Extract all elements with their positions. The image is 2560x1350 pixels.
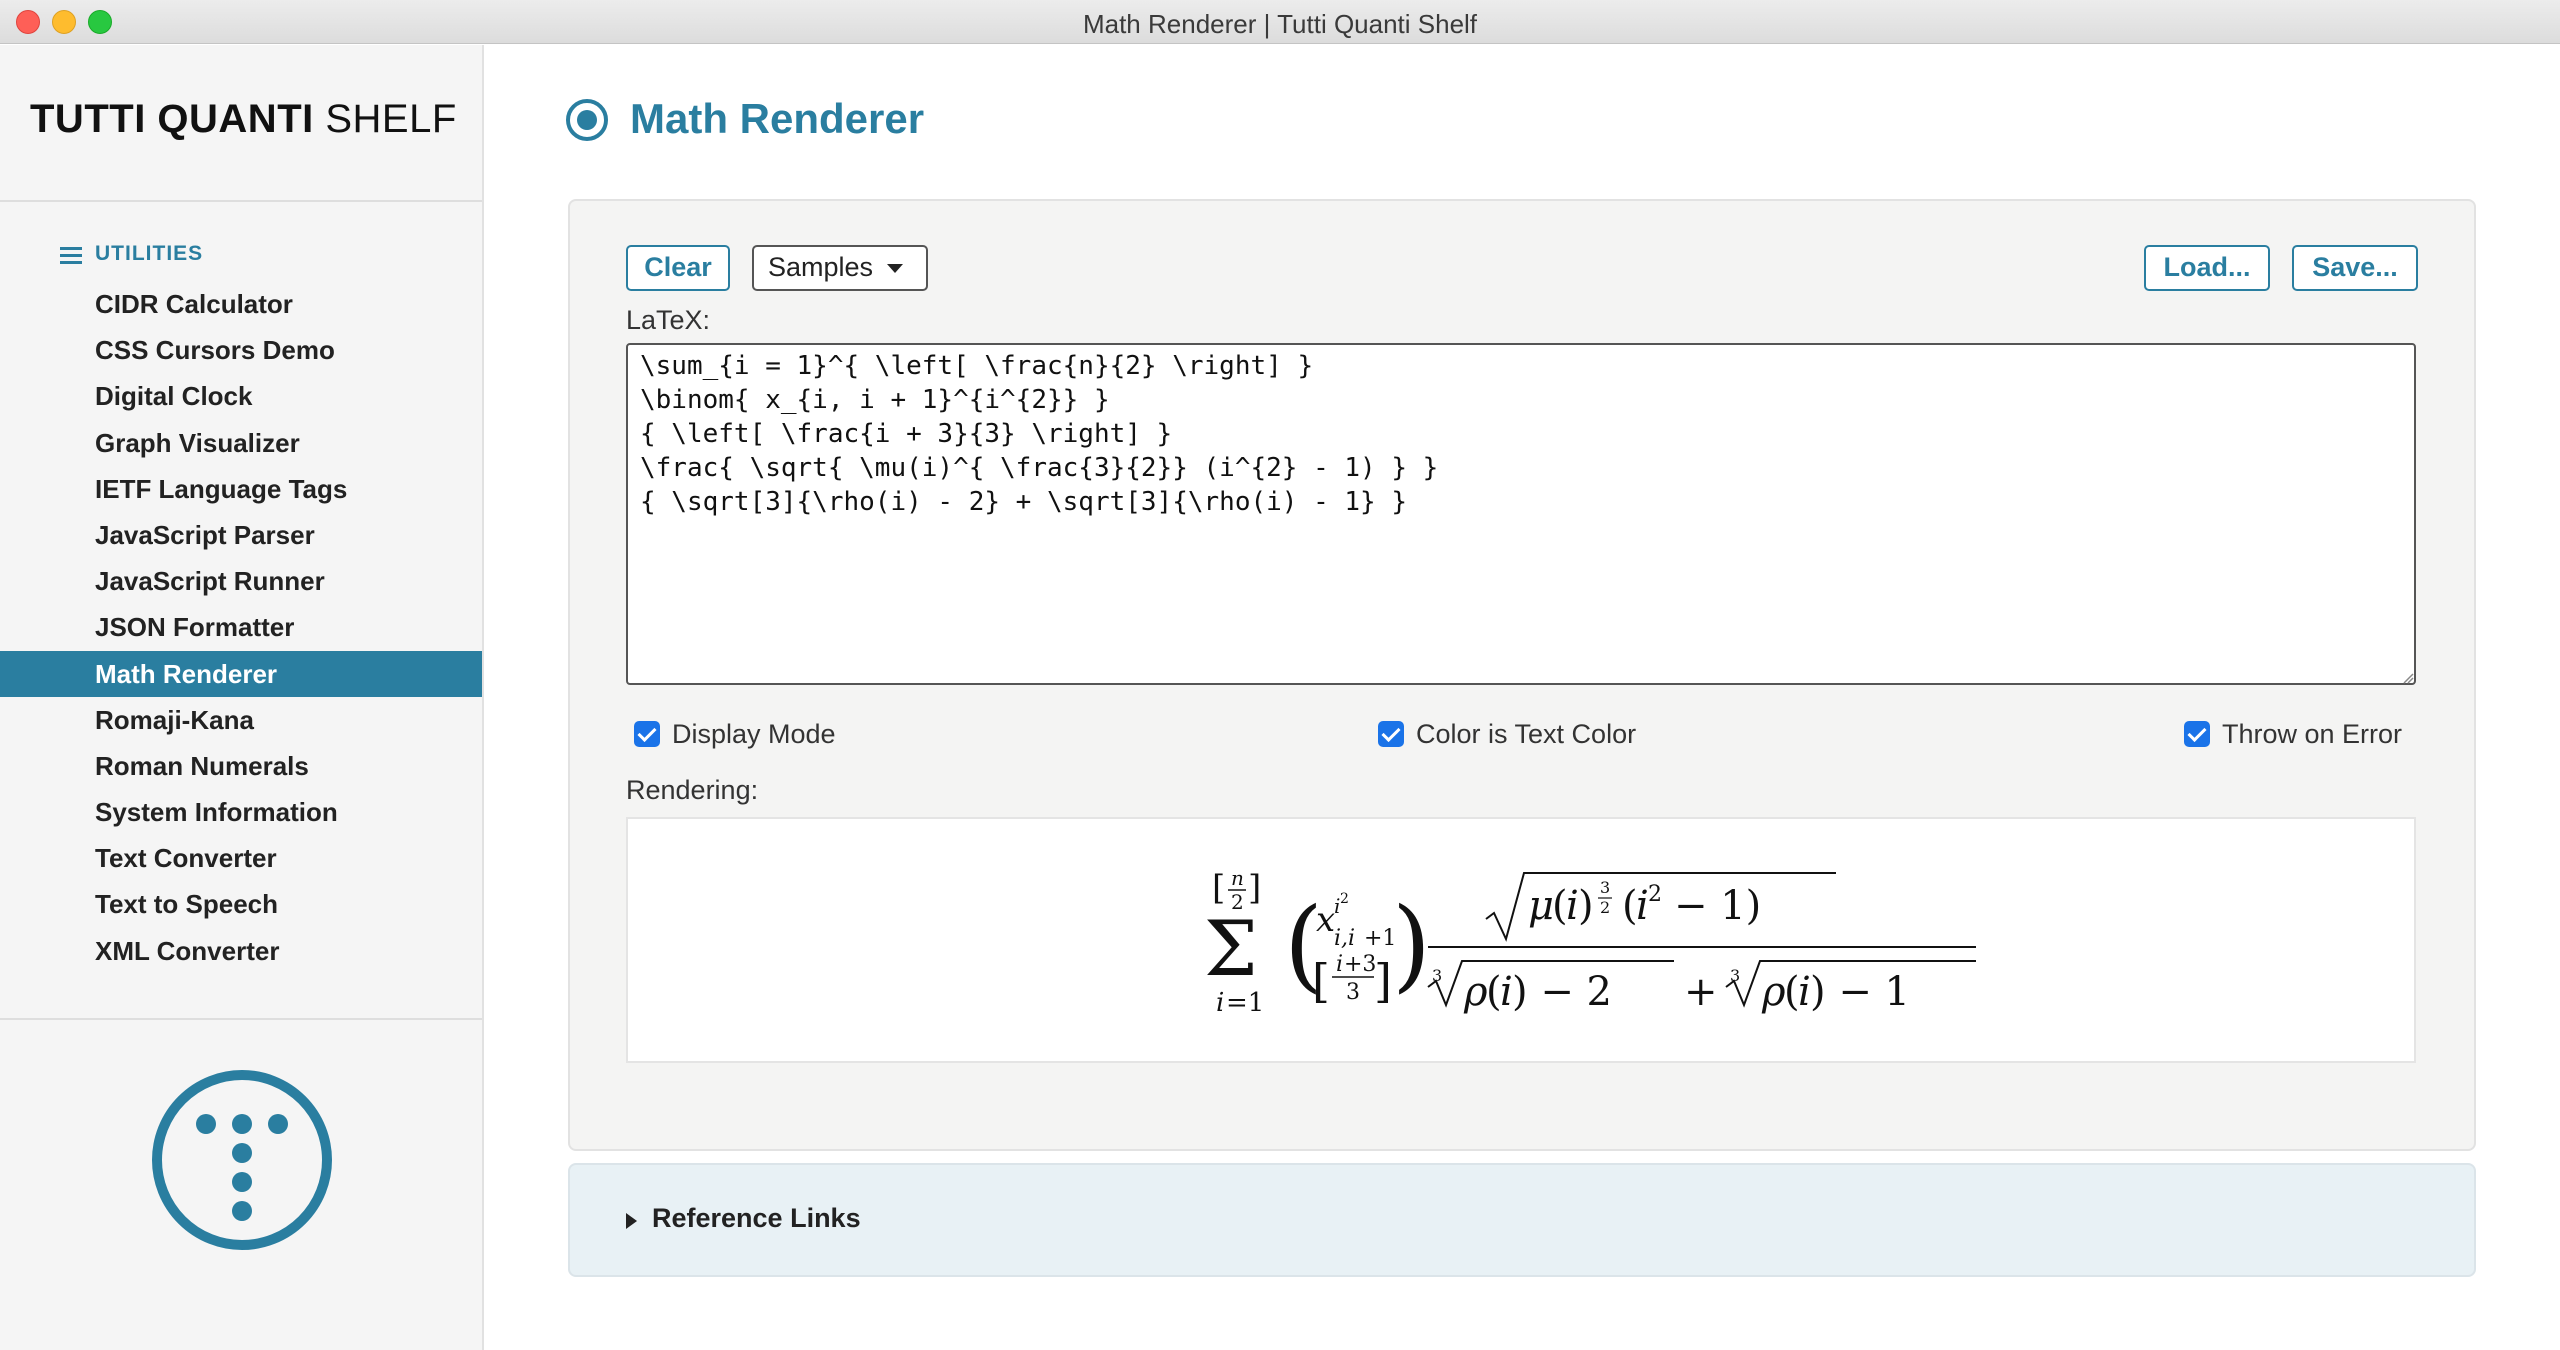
svg-text:=1: =1 — [1226, 988, 1264, 1018]
sidebar-divider — [0, 200, 482, 202]
app-logo-icon — [152, 1070, 332, 1250]
svg-text:[: [ — [1312, 954, 1330, 1008]
display-mode-checkbox[interactable] — [634, 721, 660, 747]
sidebar-item-system-information[interactable]: System Information — [0, 789, 482, 835]
app-radio-icon — [566, 99, 608, 141]
svg-text:[: [ — [1212, 868, 1225, 908]
svg-text:): ) — [1578, 883, 1594, 929]
sidebar-item-digital-clock[interactable]: Digital Clock — [0, 373, 482, 419]
save-button[interactable]: Save... — [2292, 245, 2418, 291]
svg-text:n: n — [1231, 866, 1244, 890]
main-content: Math Renderer Clear Samples Load... Save… — [486, 45, 2560, 1350]
sidebar-item-text-converter[interactable]: Text Converter — [0, 835, 482, 881]
page-title: Math Renderer — [630, 95, 925, 142]
sidebar-item-text-to-speech[interactable]: Text to Speech — [0, 881, 482, 927]
disclosure-triangle-icon — [626, 1213, 637, 1229]
sidebar-item-ietf-language-tags[interactable]: IETF Language Tags — [0, 466, 482, 512]
svg-text:i,i: i,i — [1334, 926, 1355, 951]
svg-text:ρ: ρ — [1463, 969, 1488, 1015]
throw-on-error-label: Throw on Error — [2222, 719, 2403, 749]
renderer-panel: Clear Samples Load... Save... LaTeX: \su… — [568, 199, 2476, 1151]
sidebar-item-javascript-runner[interactable]: JavaScript Runner — [0, 558, 482, 604]
svg-text:i: i — [1798, 969, 1811, 1015]
svg-text:i: i — [1500, 969, 1513, 1015]
svg-text:3: 3 — [1600, 878, 1610, 897]
window-title: Math Renderer | Tutti Quanti Shelf — [1082, 9, 1478, 39]
svg-text:): ) — [1392, 886, 1431, 1003]
brand-light: SHELF — [325, 97, 457, 141]
svg-text:2: 2 — [1600, 898, 1610, 917]
display-mode-label: Display Mode — [672, 719, 836, 749]
brand-title[interactable]: TUTTI QUANTI SHELF — [30, 97, 457, 142]
sidebar-item-cidr-calculator[interactable]: CIDR Calculator — [0, 281, 482, 327]
reference-links-label: Reference Links — [652, 1203, 861, 1233]
svg-text:2: 2 — [1340, 891, 1349, 907]
chevron-down-icon — [887, 264, 904, 274]
sidebar-item-graph-visualizer[interactable]: Graph Visualizer — [0, 420, 482, 466]
svg-text:Σ: Σ — [1204, 904, 1258, 993]
svg-text:+3: +3 — [1344, 952, 1376, 977]
svg-text:]: ] — [1374, 954, 1392, 1008]
color-is-text-color-checkbox[interactable] — [1378, 721, 1404, 747]
throw-on-error-checkbox[interactable] — [2184, 721, 2210, 747]
svg-text:) − 1: ) − 1 — [1810, 969, 1910, 1015]
svg-text:) − 2: ) − 2 — [1512, 969, 1612, 1015]
sidebar-item-romaji-kana[interactable]: Romaji-Kana — [0, 697, 482, 743]
window-titlebar: Math Renderer | Tutti Quanti Shelf — [0, 0, 2560, 44]
rendering-label: Rendering: — [626, 775, 759, 805]
svg-text:− 1): − 1) — [1674, 883, 1761, 929]
svg-text:3: 3 — [1346, 980, 1360, 1005]
sidebar-item-javascript-parser[interactable]: JavaScript Parser — [0, 512, 482, 558]
svg-text:ρ: ρ — [1761, 969, 1786, 1015]
sidebar-item-math-renderer[interactable]: Math Renderer — [0, 650, 482, 697]
color-is-text-color-label: Color is Text Color — [1416, 719, 1637, 749]
sidebar-item-css-cursors-demo[interactable]: CSS Cursors Demo — [0, 327, 482, 373]
sidebar-menu: CIDR Calculator CSS Cursors Demo Digital… — [0, 281, 482, 974]
svg-text:]: ] — [1248, 868, 1261, 908]
latex-label: LaTeX: — [626, 305, 711, 335]
brand-bold: TUTTI QUANTI — [30, 97, 314, 141]
svg-text:+: + — [1684, 969, 1718, 1015]
svg-text:x: x — [1316, 900, 1335, 940]
svg-text:i: i — [1216, 988, 1224, 1018]
sidebar-item-json-formatter[interactable]: JSON Formatter — [0, 604, 482, 650]
sidebar: TUTTI QUANTI SHELF UTILITIES CIDR Calcul… — [0, 45, 484, 1350]
resize-grip-icon[interactable] — [2402, 671, 2414, 684]
svg-text:i: i — [1636, 883, 1649, 929]
svg-text:i: i — [1566, 883, 1579, 929]
hamburger-icon — [60, 247, 82, 265]
svg-text:2: 2 — [1648, 882, 1662, 907]
samples-label: Samples — [768, 252, 874, 282]
clear-button[interactable]: Clear — [626, 245, 730, 291]
reference-links-panel[interactable]: Reference Links — [568, 1163, 2476, 1277]
samples-dropdown[interactable]: Samples — [752, 245, 928, 291]
load-button[interactable]: Load... — [2144, 245, 2270, 291]
sidebar-item-roman-numerals[interactable]: Roman Numerals — [0, 743, 482, 789]
svg-text:μ: μ — [1528, 883, 1554, 929]
math-rendering-image: [ n 2 ] Σ i =1 ( x i 2 i,i +1 [ i +3 3]… — [1204, 866, 1976, 1018]
rendering-output: [ n 2 ] Σ i =1 ( x i 2 i,i +1 [ i +3 3]… — [626, 817, 2416, 1063]
sidebar-divider-bottom — [0, 1018, 482, 1020]
sidebar-item-xml-converter[interactable]: XML Converter — [0, 928, 482, 974]
section-heading: UTILITIES — [95, 242, 204, 265]
latex-input[interactable]: \sum_{i = 1}^{ \left[ \frac{n}{2} \right… — [626, 343, 2416, 685]
svg-text:i: i — [1336, 952, 1343, 977]
